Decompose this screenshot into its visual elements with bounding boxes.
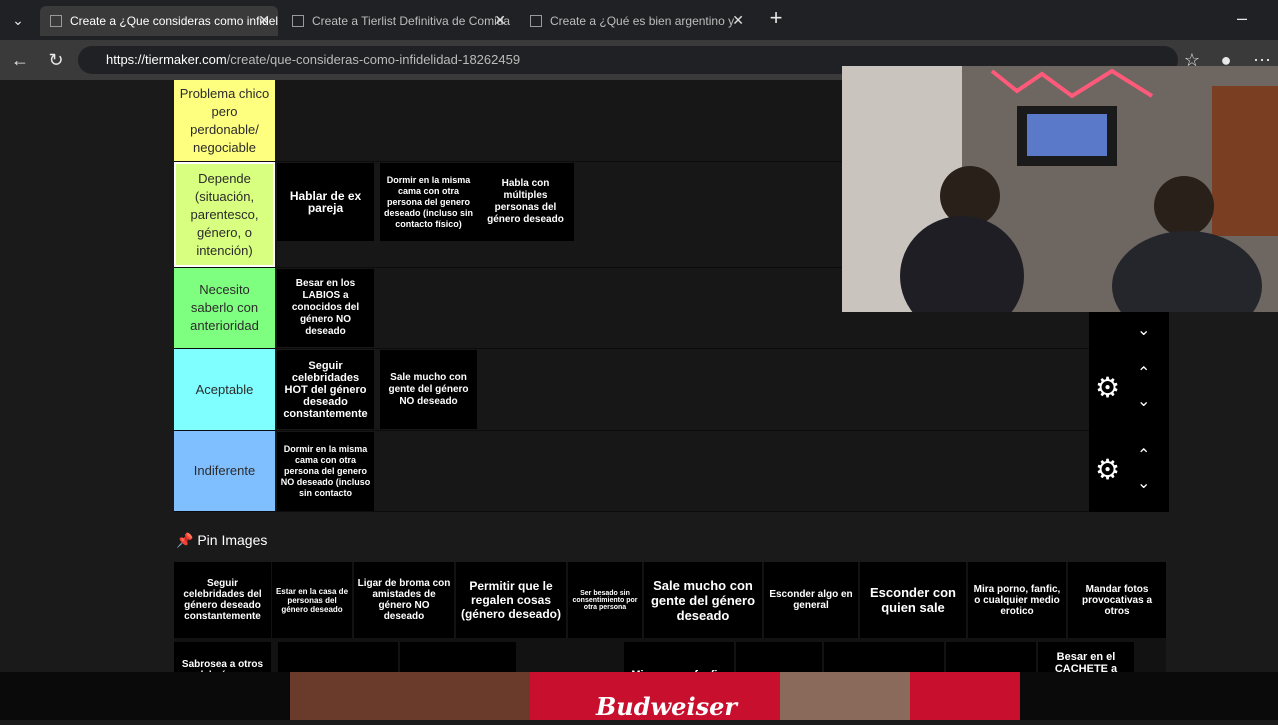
tier-item[interactable]: Hablar de ex pareja bbox=[277, 163, 374, 241]
url-path: /create/que-consideras-como-infidelidad-… bbox=[226, 52, 521, 67]
pin-item[interactable]: Ser besado sin consentimiento por otra p… bbox=[568, 562, 642, 638]
pin-images-header: 📌 Pin Images bbox=[176, 532, 267, 549]
webcam-overlay bbox=[842, 66, 1278, 312]
tab-list-chevron-icon[interactable]: ⌄ bbox=[6, 8, 30, 32]
pin-item[interactable]: Esconder con quien sale bbox=[860, 562, 966, 638]
tab-title: Create a ¿Qué es bien argentino y bbox=[550, 14, 735, 28]
tier-item[interactable]: Habla con múltiples personas del género … bbox=[477, 163, 574, 241]
tier-label: Necesito saberlo con anterioridad bbox=[174, 268, 275, 348]
tier-label: Indiferente bbox=[174, 431, 275, 511]
ad-brand-text: Budweiser bbox=[596, 692, 737, 721]
close-tab-icon[interactable]: ✕ bbox=[494, 12, 506, 29]
webcam-scene-image bbox=[842, 66, 1278, 312]
pin-item[interactable]: Estar en la casa de personas del género … bbox=[272, 562, 352, 638]
tier-label: Depende (situación, parentesco, género, … bbox=[174, 162, 275, 267]
new-tab-plus-icon[interactable]: + bbox=[764, 6, 788, 30]
tiermaker-favicon-icon bbox=[50, 15, 62, 27]
tiermaker-favicon-icon bbox=[292, 15, 304, 27]
tier-controls: ⌄ bbox=[1089, 308, 1169, 349]
tab-3[interactable]: Create a ¿Qué es bien argentino y ✕ bbox=[520, 6, 752, 36]
tier-item[interactable]: Dormir en la misma cama con otra persona… bbox=[277, 432, 374, 511]
browser-tab-bar: ⌄ Create a ¿Que consideras como infideli… bbox=[0, 0, 1278, 40]
tier-row: Aceptable Seguir celebridades HOT del gé… bbox=[174, 349, 1169, 431]
tier-label: Problema chico pero perdonable/ negociab… bbox=[174, 80, 275, 161]
close-tab-icon[interactable]: ✕ bbox=[732, 12, 744, 29]
url-host: https://tiermaker.com bbox=[106, 52, 227, 67]
tab-title: Create a Tierlist Definitiva de Comida bbox=[312, 14, 511, 28]
ad-banner[interactable]: Budweiser bbox=[0, 672, 1278, 721]
move-down-chevron-icon[interactable]: ⌄ bbox=[1137, 391, 1150, 411]
close-tab-icon[interactable]: ✕ bbox=[258, 12, 270, 29]
pin-item[interactable]: Mandar fotos provocativas a otros bbox=[1068, 562, 1166, 638]
tier-item[interactable]: Dormir en la misma cama con otra persona… bbox=[380, 163, 477, 241]
tier-controls: ⚙ ⌃ ⌄ bbox=[1089, 349, 1169, 431]
pin-item[interactable]: Mira porno, fanfic, o cualquier medio er… bbox=[968, 562, 1066, 638]
pin-images-title: Pin Images bbox=[197, 532, 268, 548]
tier-item[interactable]: Seguir celebridades HOT del género desea… bbox=[277, 350, 374, 429]
pin-icon: 📌 bbox=[176, 532, 194, 548]
pin-item[interactable]: Permitir que le regalen cosas (género de… bbox=[456, 562, 566, 638]
tab-active[interactable]: Create a ¿Que consideras como infidelida… bbox=[40, 6, 278, 36]
tab-2[interactable]: Create a Tierlist Definitiva de Comida ✕ bbox=[282, 6, 514, 36]
pin-item[interactable]: Ligar de broma con amistades de género N… bbox=[354, 562, 454, 638]
tier-controls: ⚙ ⌃ ⌄ bbox=[1089, 431, 1169, 512]
settings-gear-icon[interactable]: ⚙ bbox=[1095, 453, 1120, 486]
minimize-icon[interactable]: – bbox=[1230, 6, 1254, 30]
move-down-chevron-icon[interactable]: ⌄ bbox=[1137, 473, 1150, 493]
pin-item[interactable]: Seguir celebridades del género deseado c… bbox=[174, 562, 271, 638]
back-arrow-icon[interactable]: ← bbox=[8, 48, 32, 72]
tier-label: Aceptable bbox=[174, 349, 275, 430]
tiermaker-favicon-icon bbox=[530, 15, 542, 27]
move-down-chevron-icon[interactable]: ⌄ bbox=[1137, 320, 1150, 340]
settings-gear-icon[interactable]: ⚙ bbox=[1095, 371, 1120, 404]
pin-item[interactable]: Sale mucho con gente del género deseado bbox=[644, 562, 762, 638]
tier-item[interactable]: Sale mucho con gente del género NO desea… bbox=[380, 350, 477, 429]
tab-title: Create a ¿Que consideras como infidelida… bbox=[70, 14, 278, 28]
tier-item[interactable]: Besar en los LABIOS a conocidos del géne… bbox=[277, 269, 374, 347]
move-up-chevron-icon[interactable]: ⌃ bbox=[1137, 363, 1150, 383]
tier-row: Indiferente Dormir en la misma cama con … bbox=[174, 431, 1169, 512]
reload-icon[interactable]: ↻ bbox=[44, 48, 68, 72]
pin-item[interactable]: Esconder algo en general bbox=[764, 562, 858, 638]
move-up-chevron-icon[interactable]: ⌃ bbox=[1137, 445, 1150, 465]
